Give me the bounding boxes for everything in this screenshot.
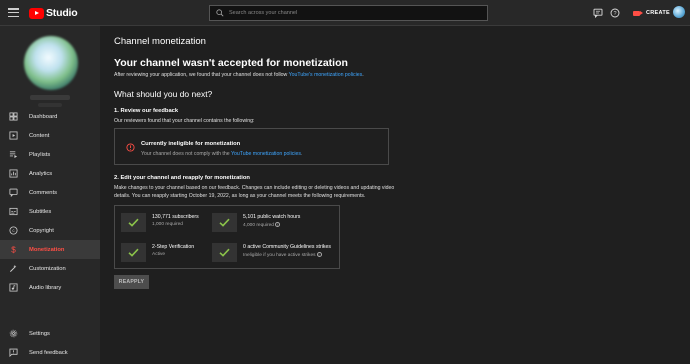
- requirement-sub-text: 4,000 required: [243, 222, 274, 228]
- requirements-card: 130,771 subscribers 1,000 required 5,101…: [114, 205, 340, 269]
- channel-name-blurred: [30, 95, 70, 100]
- subtitles-icon: [9, 207, 18, 216]
- page-title: Channel monetization: [114, 36, 206, 47]
- svg-text:?: ?: [613, 11, 616, 17]
- studio-logo[interactable]: Studio: [29, 7, 78, 19]
- sidebar-item-label: Comments: [29, 189, 58, 196]
- content-icon: [9, 131, 18, 140]
- sidebar-item-dashboard[interactable]: Dashboard: [0, 107, 100, 126]
- logo-text: Studio: [46, 7, 78, 19]
- info-icon[interactable]: i: [316, 252, 322, 257]
- menu-icon[interactable]: [8, 8, 19, 18]
- feedback-description: Your channel does not comply with the Yo…: [141, 151, 302, 157]
- sidebar-item-label: Audio library: [29, 284, 62, 291]
- copyright-icon: c: [9, 226, 18, 235]
- reapply-button[interactable]: REAPPLY: [114, 275, 149, 289]
- playlists-icon: [9, 151, 18, 159]
- next-steps-heading: What should you do next?: [114, 89, 213, 99]
- main-content: Channel monetization Your channel wasn't…: [100, 26, 690, 364]
- create-camera-icon: [633, 10, 643, 16]
- sidebar-item-label: Copyright: [29, 227, 54, 234]
- check-icon: [212, 213, 237, 232]
- step1-title: 1. Review our feedback: [114, 108, 179, 114]
- requirement-sub: 4,000 required i: [243, 222, 280, 228]
- sidebar-item-playlists[interactable]: Playlists: [0, 145, 100, 164]
- search-icon: [216, 9, 224, 17]
- requirement-sub-text: Ineligible if you have active strikes: [243, 252, 316, 258]
- requirement-sub: Ineligible if you have active strikes i: [243, 252, 322, 258]
- requirement-sub: Active: [152, 252, 166, 257]
- sidebar-item-label: Settings: [29, 330, 50, 337]
- step2-text-line1: Make changes to your channel based on ou…: [114, 185, 395, 191]
- dashboard-icon: [9, 112, 18, 121]
- customization-icon: [9, 264, 17, 273]
- monetization-icon: $: [11, 246, 16, 254]
- sidebar-item-comments[interactable]: Comments: [0, 183, 100, 202]
- sidebar-item-label: Send feedback: [29, 349, 68, 356]
- step1-text: Our reviewers found that your channel co…: [114, 118, 255, 124]
- youtube-logo-icon: [29, 7, 44, 19]
- requirement-sub: 1,000 required: [152, 222, 183, 227]
- sidebar-item-monetization[interactable]: $ Monetization: [0, 240, 100, 259]
- check-icon: [121, 243, 146, 262]
- top-bar: Studio ? CREATE: [0, 0, 690, 26]
- requirement-title: 5,101 public watch hours: [243, 214, 301, 220]
- settings-icon: [9, 329, 18, 338]
- comments-icon: [9, 188, 18, 197]
- sidebar-item-customization[interactable]: Customization: [0, 259, 100, 278]
- feedback-card: Currently ineligible for monetization Yo…: [114, 128, 389, 165]
- sidebar-item-audio-library[interactable]: Audio library: [0, 278, 100, 297]
- help-icon[interactable]: ?: [610, 8, 620, 18]
- account-avatar[interactable]: [673, 6, 685, 18]
- requirement-strikes: 0 active Community Guidelines strikes In…: [206, 238, 331, 266]
- sidebar-item-label: Analytics: [29, 170, 53, 177]
- explanation-end: .: [362, 72, 364, 78]
- policies-link[interactable]: YouTube monetization policies: [231, 151, 301, 157]
- requirement-title: 130,771 subscribers: [152, 214, 199, 220]
- sidebar-item-content[interactable]: Content: [0, 126, 100, 145]
- audio-library-icon: [9, 283, 18, 292]
- check-icon: [121, 213, 146, 232]
- rejection-heading: Your channel wasn't accepted for monetiz…: [114, 57, 348, 69]
- feedback-desc-text: Your channel does not comply with the: [141, 151, 231, 157]
- sidebar-item-settings[interactable]: Settings: [0, 324, 100, 343]
- search-bar[interactable]: [209, 5, 488, 21]
- feedback-icon: [9, 348, 18, 357]
- create-label: CREATE: [646, 10, 671, 16]
- sidebar-item-label: Customization: [29, 265, 66, 272]
- check-icon: [212, 243, 237, 262]
- sidebar-item-label: Content: [29, 132, 50, 139]
- error-icon: [126, 143, 135, 152]
- sidebar-item-send-feedback[interactable]: Send feedback: [0, 343, 100, 362]
- feedback-title: Currently ineligible for monetization: [141, 141, 241, 147]
- sidebar-item-label: Playlists: [29, 151, 51, 158]
- sidebar: Dashboard Content Playlists Analytics Co…: [0, 26, 100, 364]
- requirement-title: 0 active Community Guidelines strikes: [243, 244, 331, 250]
- sidebar-item-copyright[interactable]: c Copyright: [0, 221, 100, 240]
- step2-text-line2: details. You can reapply starting Octobe…: [114, 192, 366, 199]
- sidebar-item-label: Subtitles: [29, 208, 52, 215]
- create-button[interactable]: CREATE: [628, 6, 676, 20]
- channel-avatar[interactable]: [24, 36, 78, 90]
- sidebar-item-analytics[interactable]: Analytics: [0, 164, 100, 183]
- step2-text: Make changes to your channel based on ou…: [114, 185, 414, 200]
- explanation-text: After reviewing your application, we fou…: [114, 72, 289, 78]
- analytics-icon: [9, 169, 18, 178]
- svg-text:c: c: [12, 228, 15, 233]
- requirement-watch-hours: 5,101 public watch hours 4,000 required i: [206, 208, 316, 236]
- monetization-policies-link[interactable]: YouTube's monetization policies: [289, 72, 363, 78]
- feedback-desc-end: .: [300, 151, 303, 157]
- svg-text:$: $: [11, 246, 16, 254]
- step2-title: 2. Edit your channel and reapply for mon…: [114, 175, 250, 181]
- sidebar-item-subtitles[interactable]: Subtitles: [0, 202, 100, 221]
- sidebar-item-label: Monetization: [29, 246, 65, 253]
- rejection-explanation: After reviewing your application, we fou…: [114, 72, 364, 78]
- sidebar-item-label: Dashboard: [29, 113, 58, 120]
- search-input[interactable]: [229, 10, 469, 16]
- info-icon[interactable]: i: [274, 222, 280, 227]
- requirement-title: 2-Step Verification: [152, 244, 195, 250]
- message-icon[interactable]: [593, 8, 603, 18]
